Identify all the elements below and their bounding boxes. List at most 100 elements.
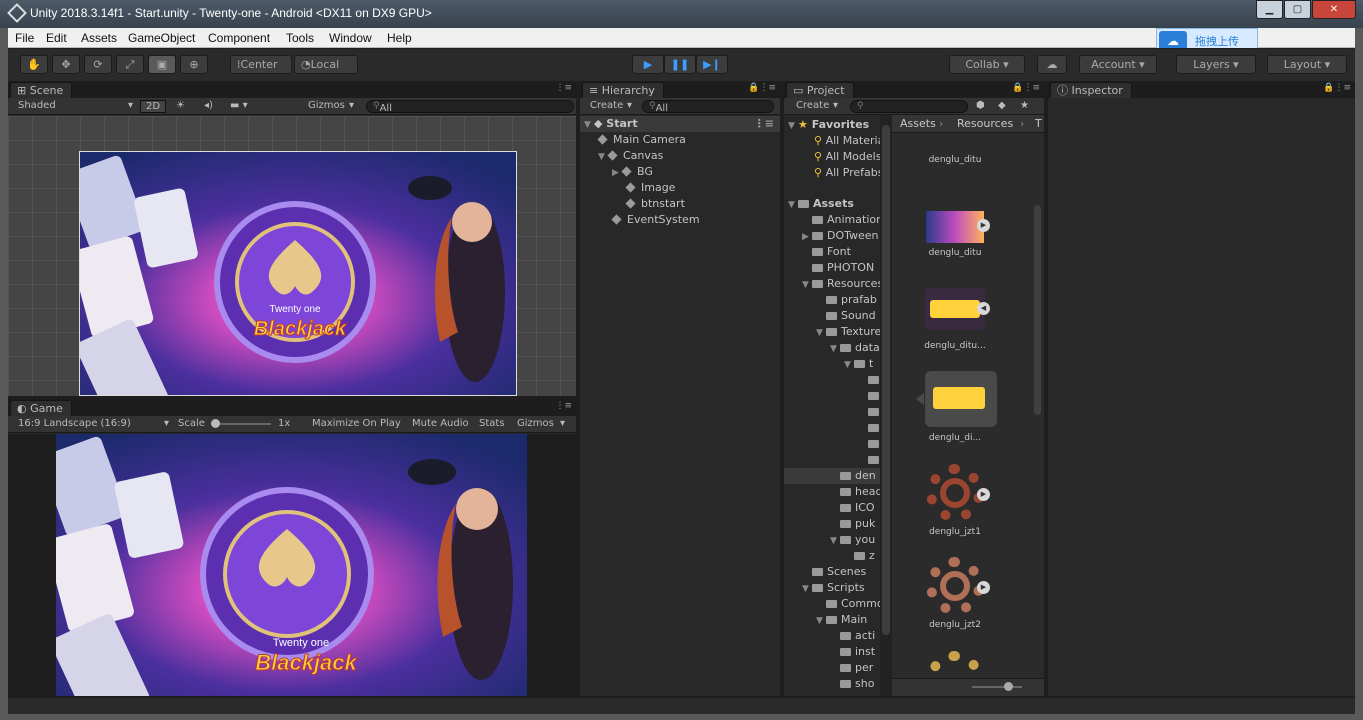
sprite-expand-icon[interactable]: ▶ — [977, 581, 990, 594]
folder-item[interactable]: ▶ DOTween — [802, 228, 879, 244]
favorites-row[interactable]: ▼ ★ Favorites — [788, 117, 869, 133]
folder-item[interactable]: head — [830, 484, 880, 500]
asset-thumbnail[interactable] — [922, 649, 988, 679]
project-create-button[interactable]: Create — [796, 100, 829, 111]
hierarchy-item[interactable]: Image — [625, 180, 675, 196]
favorite-item[interactable]: ⚲ All Prefabs — [814, 165, 880, 181]
folder-item[interactable]: acti — [830, 628, 875, 644]
step-button[interactable]: ▶❙ — [696, 55, 728, 74]
folder-item[interactable]: ▼ you — [830, 532, 875, 548]
sprite-collapse-icon[interactable]: ◀ — [977, 302, 990, 315]
folder-item[interactable] — [858, 372, 880, 388]
tab-hierarchy[interactable]: ≡ Hierarchy — [582, 82, 664, 98]
sprite-expand-icon[interactable]: ▶ — [977, 219, 990, 232]
panel-menu-icon[interactable]: 🔒⋮≡ — [1323, 83, 1351, 93]
scale-tool-icon[interactable]: ⤢ — [116, 55, 144, 74]
panel-menu-icon[interactable]: ⋮≡ — [555, 83, 572, 93]
expand-arrow-icon[interactable]: ▼ — [788, 197, 798, 213]
expand-arrow-icon[interactable]: ▼ — [802, 581, 812, 597]
hand-tool-icon[interactable]: ✋ — [20, 55, 48, 74]
game-viewport[interactable]: Twenty one Blackjack — [8, 434, 576, 696]
menu-file[interactable]: File — [15, 31, 34, 45]
breadcrumb-item[interactable]: T — [1035, 117, 1042, 130]
sprite-expand-icon[interactable]: ▶ — [977, 488, 990, 501]
expand-arrow-icon[interactable]: ▼ — [816, 613, 826, 629]
tab-project[interactable]: ▭ Project — [786, 82, 854, 98]
scale-slider[interactable] — [211, 423, 271, 425]
folder-item[interactable] — [858, 452, 880, 468]
favorite-item[interactable]: ⚲ All Models — [814, 149, 880, 165]
tree-scrollbar[interactable] — [880, 115, 892, 696]
transform-tool-icon[interactable]: ⊕ — [180, 55, 208, 74]
folder-item[interactable]: ▼ Scripts — [802, 580, 865, 596]
panel-menu-icon[interactable]: ⋮≡ — [555, 401, 572, 411]
folder-item[interactable]: z — [844, 548, 875, 564]
folder-item[interactable]: ▼ data — [830, 340, 880, 356]
asset-grid-scrollbar-thumb[interactable] — [1034, 205, 1041, 415]
hierarchy-item[interactable]: ▼ Canvas — [598, 148, 663, 164]
folder-item[interactable]: PHOTON — [802, 260, 874, 276]
hierarchy-item[interactable]: Main Camera — [597, 132, 686, 148]
folder-item[interactable]: inst — [830, 644, 875, 660]
lighting-icon[interactable]: ☀ — [176, 100, 185, 111]
expand-arrow-icon[interactable]: ▼ — [788, 118, 798, 134]
folder-item[interactable]: ▼ Resources — [802, 276, 880, 292]
folder-item[interactable] — [858, 388, 880, 404]
aspect-dropdown[interactable]: 16:9 Landscape (16:9) — [18, 418, 131, 429]
asset-thumbnail[interactable]: ▶ — [922, 555, 990, 621]
tab-inspector[interactable]: ⓘ Inspector — [1050, 82, 1132, 98]
scene-root-row[interactable]: ▼ ◆ Start ⋮≡ — [580, 116, 780, 132]
pivot-local-button[interactable]: ◔Local — [294, 55, 358, 74]
audio-icon[interactable]: ◂) — [204, 100, 213, 111]
menu-tools[interactable]: Tools — [286, 31, 314, 45]
folder-item-selected[interactable]: den — [784, 468, 880, 484]
hierarchy-create-button[interactable]: Create — [590, 100, 623, 111]
panel-menu-icon[interactable]: 🔒⋮≡ — [1012, 83, 1040, 93]
folder-item[interactable]: ▼ t — [844, 356, 873, 372]
folder-item[interactable]: Scenes — [802, 564, 866, 580]
account-dropdown[interactable]: Account ▾ — [1079, 55, 1157, 74]
panel-menu-icon[interactable]: 🔒⋮≡ — [748, 83, 776, 93]
scene-menu-icon[interactable]: ⋮≡ — [754, 116, 774, 132]
assets-root-row[interactable]: ▼ Assets — [788, 196, 854, 212]
folder-item[interactable]: Animation — [802, 212, 880, 228]
breadcrumb-item[interactable]: Resources — [957, 117, 1013, 130]
expand-arrow-icon[interactable]: ▼ — [802, 277, 812, 293]
stats-toggle[interactable]: Stats — [479, 418, 505, 429]
folder-item[interactable]: puk — [830, 516, 875, 532]
hierarchy-item[interactable]: EventSystem — [611, 212, 700, 228]
asset-grid-scrollbar[interactable] — [1032, 135, 1042, 675]
tab-game[interactable]: ◐ Game — [10, 400, 72, 416]
folder-item[interactable]: per — [830, 660, 873, 676]
collab-dropdown[interactable]: Collab ▾ — [949, 55, 1025, 74]
folder-item[interactable]: prafab — [816, 292, 877, 308]
rotate-tool-icon[interactable]: ⟳ — [84, 55, 112, 74]
breadcrumb-item[interactable]: Assets — [900, 117, 936, 130]
folder-item[interactable] — [858, 436, 880, 452]
folder-item[interactable]: Sound — [816, 308, 876, 324]
layers-dropdown[interactable]: Layers ▾ — [1176, 55, 1256, 74]
thumbnail-size-slider[interactable] — [972, 686, 1022, 688]
folder-item[interactable]: ▼ Main — [816, 612, 867, 628]
expand-arrow-icon[interactable]: ▼ — [598, 149, 608, 165]
move-tool-icon[interactable]: ✥ — [52, 55, 80, 74]
game-gizmos-dropdown[interactable]: Gizmos — [517, 418, 554, 429]
pause-button[interactable]: ❚❚ — [664, 55, 696, 74]
expand-arrow-icon[interactable]: ▼ — [830, 341, 840, 357]
gizmos-dropdown[interactable]: Gizmos — [308, 100, 345, 111]
menu-gameobject[interactable]: GameObject — [128, 31, 195, 45]
expand-arrow-icon[interactable]: ▶ — [802, 229, 812, 245]
favorite-star-icon[interactable]: ★ — [1020, 100, 1029, 111]
expand-arrow-icon[interactable]: ▼ — [844, 357, 854, 373]
hierarchy-item[interactable]: btnstart — [625, 196, 685, 212]
menu-assets[interactable]: Assets — [81, 31, 117, 45]
expand-arrow-icon[interactable]: ▼ — [584, 117, 594, 133]
maximize-on-play-toggle[interactable]: Maximize On Play — [312, 418, 401, 429]
hierarchy-item[interactable]: ▶ BG — [612, 164, 653, 180]
mute-audio-toggle[interactable]: Mute Audio — [412, 418, 469, 429]
maximize-button[interactable]: ▢ — [1284, 0, 1311, 19]
folder-item[interactable]: Font — [802, 244, 851, 260]
filter-label-icon[interactable]: ◆ — [998, 100, 1006, 111]
scene-viewport[interactable]: Twenty one Blackjack — [8, 116, 576, 396]
menu-component[interactable]: Component — [208, 31, 270, 45]
